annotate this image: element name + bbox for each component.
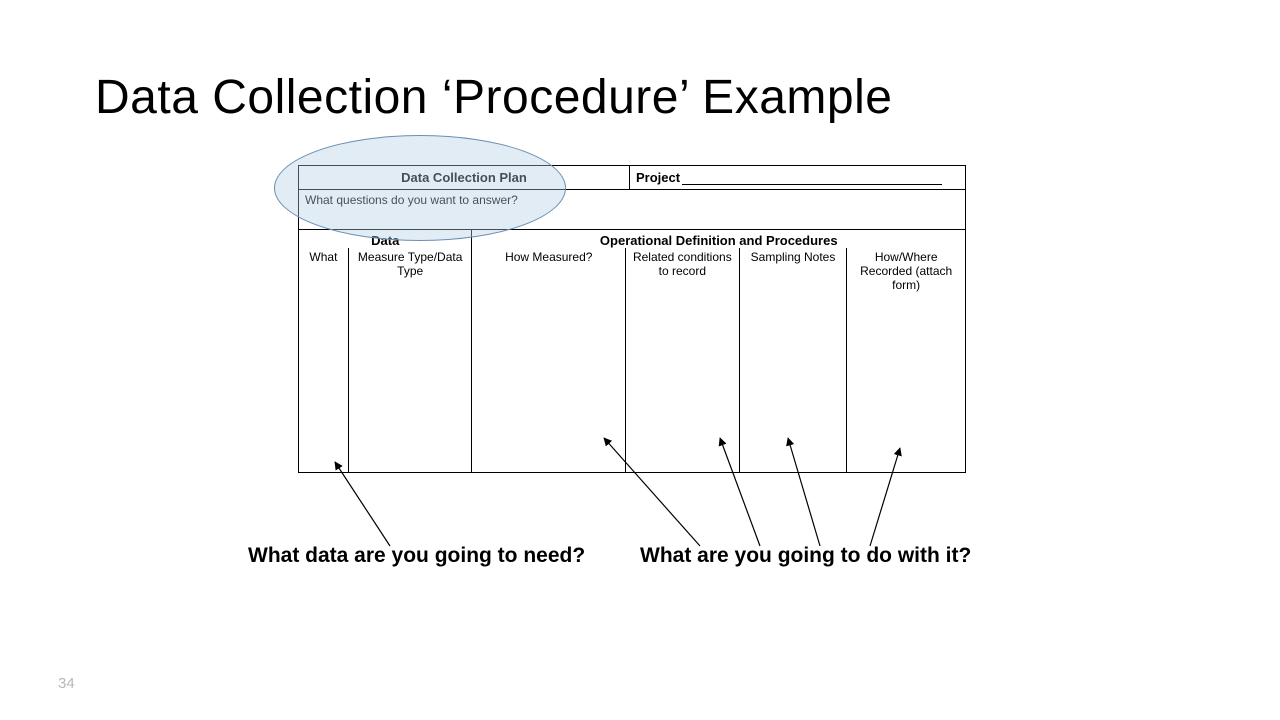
slide: Data Collection ‘Procedure’ Example Data…	[0, 0, 1280, 720]
data-collection-table: Data Collection Plan Project What questi…	[298, 165, 966, 473]
annotation-left: What data are you going to need?	[248, 544, 585, 568]
col-how: How Measured?	[472, 248, 626, 472]
group-header-row: Data Operational Definition and Procedur…	[299, 230, 965, 248]
group-op-header: Operational Definition and Procedures	[472, 230, 965, 248]
page-number: 34	[58, 675, 75, 692]
col-recorded: How/Where Recorded (attach form)	[847, 248, 965, 472]
questions-row: What questions do you want to answer?	[299, 190, 965, 230]
slide-title: Data Collection ‘Procedure’ Example	[95, 70, 892, 125]
col-measure: Measure Type/Data Type	[349, 248, 473, 472]
project-header: Project	[630, 166, 965, 189]
group-data-header: Data	[299, 230, 472, 248]
columns-row: What Measure Type/Data Type How Measured…	[299, 248, 965, 472]
col-what: What	[299, 248, 349, 472]
col-related: Related conditions to record	[626, 248, 740, 472]
col-sampling: Sampling Notes	[740, 248, 848, 472]
table-header-row: Data Collection Plan Project	[299, 166, 965, 190]
project-blank-line	[682, 174, 942, 185]
plan-header: Data Collection Plan	[299, 166, 630, 189]
project-label: Project	[636, 170, 680, 185]
annotation-right: What are you going to do with it?	[640, 544, 971, 568]
